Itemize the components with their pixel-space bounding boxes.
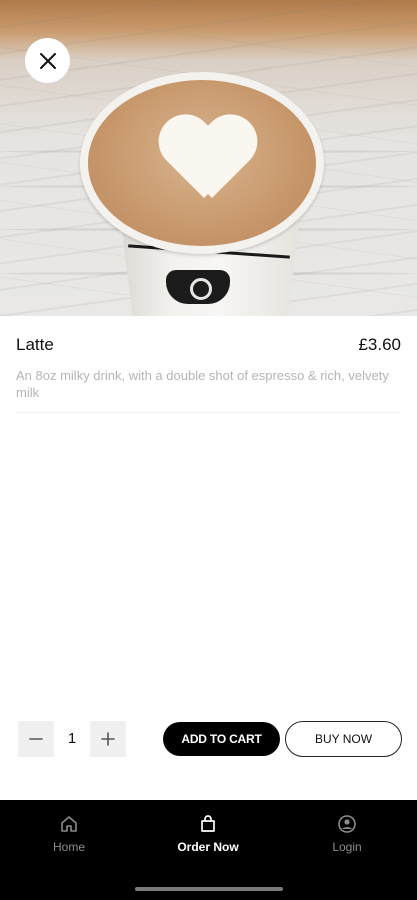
bag-icon (201, 815, 215, 832)
plus-icon (101, 732, 115, 746)
nav-label-order-now: Order Now (177, 840, 239, 854)
purchase-controls: 1 ADD TO CART BUY NOW (18, 721, 402, 757)
close-button[interactable] (25, 38, 70, 83)
divider (16, 412, 401, 413)
bottom-navigation: Home Order Now Login (0, 800, 417, 900)
product-price: £3.60 (358, 335, 401, 354)
user-circle-icon (338, 815, 356, 833)
product-details: Latte £3.60 An 8oz milky drink, with a d… (16, 335, 401, 401)
product-description: An 8oz milky drink, with a double shot o… (16, 368, 389, 400)
minus-icon (29, 738, 43, 740)
quantity-value: 1 (67, 730, 77, 747)
cup-logo (166, 270, 230, 304)
latte-art-heart (158, 118, 254, 208)
quantity-decrease-button[interactable] (18, 721, 54, 757)
nav-item-order-now[interactable]: Order Now (153, 814, 263, 862)
quantity-increase-button[interactable] (90, 721, 126, 757)
buy-now-button[interactable]: BUY NOW (285, 721, 402, 757)
nav-item-home[interactable]: Home (14, 814, 124, 862)
nav-label-home: Home (52, 840, 85, 854)
nav-label-login: Login (332, 840, 362, 854)
product-name: Latte (16, 335, 54, 354)
close-icon (39, 52, 56, 69)
add-to-cart-button[interactable]: ADD TO CART (163, 722, 280, 756)
home-icon (61, 816, 77, 832)
nav-item-login[interactable]: Login (292, 814, 402, 862)
home-indicator[interactable] (135, 887, 283, 891)
